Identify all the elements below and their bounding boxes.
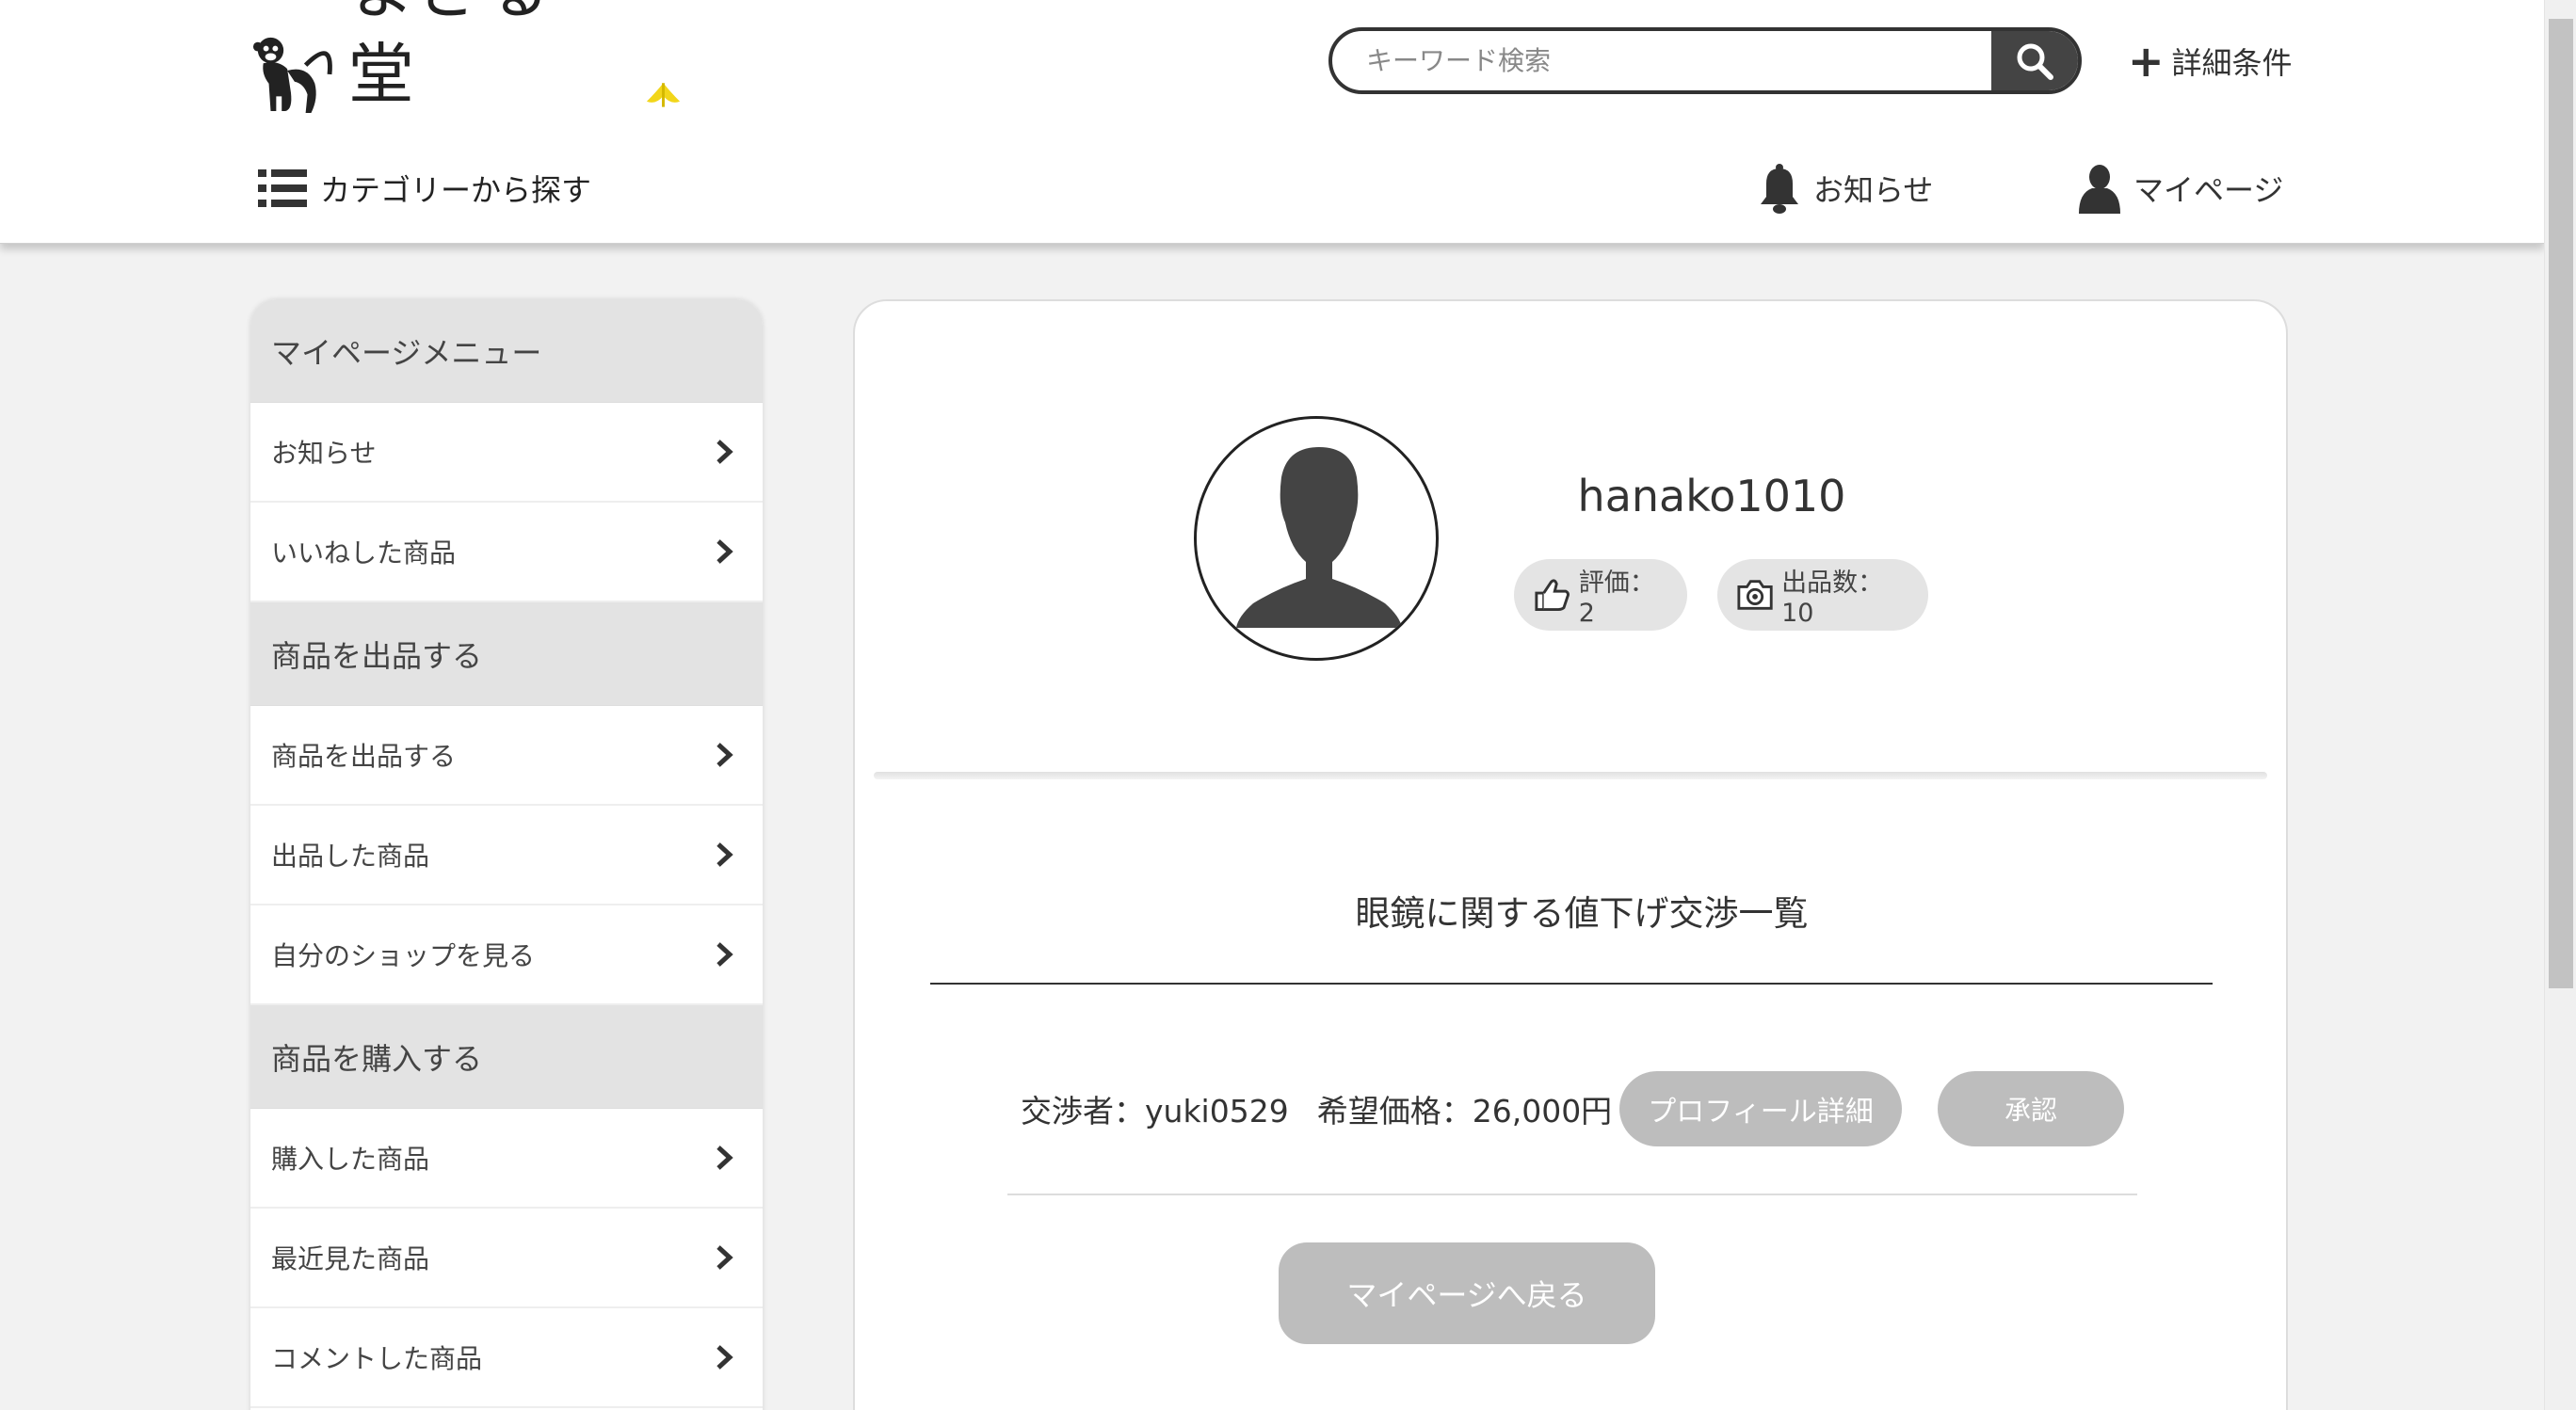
user-silhouette-icon: [1236, 447, 1402, 628]
category-browse-label: カテゴリーから探す: [320, 172, 592, 208]
sidebar-item-label: 自分のショップを見る: [271, 940, 536, 971]
mypage-sidebar: マイページメニュー お知らせ いいねした商品 商品を出品する 商品を出品する 出…: [250, 299, 763, 1410]
title-underline: [930, 983, 2213, 985]
chevron-right-icon: [716, 1146, 733, 1170]
desired-price-text: 希望価格：26,000円: [1316, 1093, 1613, 1130]
sidebar-item-purchased[interactable]: 購入した商品: [250, 1109, 763, 1209]
chevron-right-icon: [716, 842, 733, 867]
site-logo[interactable]: まさる堂: [250, 0, 684, 117]
negotiation-list-title: 眼鏡に関する値下げ交渉一覧: [1355, 893, 1809, 934]
sidebar-item-label: コメントした商品: [271, 1343, 483, 1374]
sidebar-item-liked[interactable]: いいねした商品: [250, 503, 763, 602]
mypage-link[interactable]: マイページ: [2077, 160, 2283, 216]
row-divider: [1007, 1194, 2137, 1195]
chevron-right-icon: [716, 440, 733, 464]
sidebar-item-label: 購入した商品: [271, 1144, 430, 1175]
sidebar-section-header: 商品を出品する: [250, 602, 763, 706]
chevron-right-icon: [716, 1245, 733, 1270]
sidebar-item-label: 最近見た商品: [271, 1243, 430, 1274]
avatar: [1194, 416, 1439, 661]
approve-button[interactable]: 承認: [1938, 1071, 2124, 1146]
chevron-right-icon: [716, 1345, 733, 1370]
profile-detail-button[interactable]: プロフィール詳細: [1619, 1071, 1902, 1146]
logo-text: まさる堂: [347, 0, 550, 113]
bell-icon: [1761, 164, 1798, 214]
notice-link[interactable]: お知らせ: [1757, 160, 1933, 216]
sidebar-section-header: マイページメニュー: [250, 299, 763, 403]
section-divider: [874, 772, 2267, 779]
plus-icon: +: [2128, 36, 2165, 87]
search-icon: [2017, 43, 2053, 80]
sidebar-item-label: お知らせ: [271, 438, 377, 469]
rating-text: 評価：2: [1578, 569, 1655, 628]
detail-conditions-link[interactable]: + 詳細条件: [2128, 38, 2293, 85]
profile-username: hanako1010: [1577, 471, 1846, 521]
search-button[interactable]: [1991, 31, 2078, 90]
chevron-right-icon: [716, 942, 733, 967]
sidebar-item-commented[interactable]: コメントした商品: [250, 1308, 763, 1408]
sidebar-item-listed[interactable]: 出品した商品: [250, 806, 763, 905]
sidebar-item-label: 商品を出品する: [271, 741, 457, 772]
category-browse-link[interactable]: カテゴリーから探す: [258, 160, 591, 216]
notice-label: お知らせ: [1813, 172, 1934, 208]
chevron-right-icon: [716, 743, 733, 767]
list-icon: [258, 169, 307, 207]
thumbs-up-icon: [1535, 579, 1570, 611]
chevron-right-icon: [716, 539, 733, 564]
listing-count-text: 出品数：10: [1781, 569, 1884, 628]
user-icon: [2079, 165, 2120, 214]
sidebar-item-label: いいねした商品: [271, 537, 457, 569]
mypage-label: マイページ: [2133, 172, 2284, 208]
sidebar-item-recent[interactable]: 最近見た商品: [250, 1209, 763, 1308]
sidebar-item-notices[interactable]: お知らせ: [250, 403, 763, 503]
search-bar: [1328, 27, 2082, 94]
page-scrollbar[interactable]: [2544, 0, 2576, 1410]
monkey-logo-icon: [252, 37, 332, 113]
profile-section: hanako1010 評価：2 出品数：10: [855, 301, 2286, 776]
detail-conditions-label: 詳細条件: [2171, 45, 2293, 81]
banana-icon: [646, 77, 681, 107]
sidebar-section-header: 商品を購入する: [250, 1005, 763, 1109]
back-to-mypage-button[interactable]: マイページへ戻る: [1279, 1242, 1655, 1344]
site-header: まさる堂 + 詳細条件 カテゴリーから探す: [0, 0, 2544, 244]
negotiator-text: 交渉者：yuki0529: [1021, 1093, 1289, 1130]
main-content-card: hanako1010 評価：2 出品数：10 眼鏡に関する値下げ交渉一覧 交渉者…: [853, 299, 2288, 1410]
sidebar-item-sell[interactable]: 商品を出品する: [250, 706, 763, 806]
sidebar-item-label: 出品した商品: [271, 841, 430, 872]
rating-badge: 評価：2: [1514, 559, 1687, 631]
camera-icon: [1737, 580, 1773, 610]
scrollbar-thumb[interactable]: [2549, 19, 2573, 988]
search-input[interactable]: [1332, 31, 1991, 90]
listing-count-badge: 出品数：10: [1717, 559, 1928, 631]
negotiation-row: 交渉者：yuki0529 希望価格：26,000円: [1021, 1071, 1612, 1146]
sidebar-item-my-shop[interactable]: 自分のショップを見る: [250, 905, 763, 1005]
